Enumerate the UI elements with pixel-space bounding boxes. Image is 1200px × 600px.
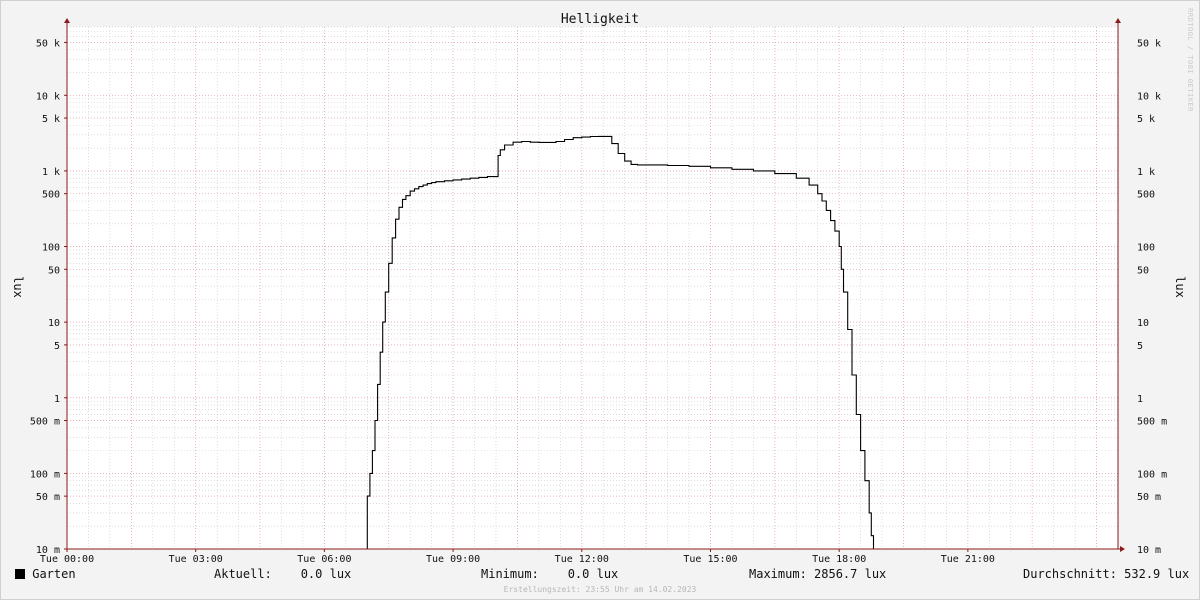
y-tick-label-right: 10 [1137,318,1149,329]
legend-maximum: Maximum: 2856.7 lux [749,567,887,581]
legend-swatch [15,569,25,579]
creation-time-note: Erstellungszeit: 23:55 Uhr am 14.02.2023 [503,585,697,594]
y-tick-label-left: 1 [54,394,60,405]
legend-minimum: Minimum: 0.0 lux [481,567,619,581]
y-tick-label-right: 50 k [1137,38,1161,49]
y-axis-label-right: lux [1173,276,1187,298]
y-tick-label-right: 500 m [1137,417,1167,428]
y-tick-label-left: 10 k [36,91,60,102]
x-tick-label: Tue 21:00 [941,554,995,565]
y-tick-label-right: 50 m [1137,492,1161,503]
watermark: RRDTOOL / TOBI OETIKER [1186,8,1194,112]
legend-series-name: Garten [32,567,76,581]
x-tick-label: Tue 15:00 [683,554,737,565]
legend-item-garten: Garten [15,567,76,581]
y-tick-label-right: 100 m [1137,469,1167,480]
y-tick-label-left: 50 k [36,38,60,49]
y-tick-label-left: 50 [48,265,60,276]
y-tick-label-left: 5 [54,341,60,352]
y-tick-label-left: 5 k [42,114,60,125]
y-tick-label-left: 500 [42,190,60,201]
y-tick-label-right: 500 [1137,190,1155,201]
x-tick-label: Tue 03:00 [169,554,223,565]
y-tick-label-right: 5 k [1137,114,1155,125]
y-tick-label-left: 100 [42,243,60,254]
chart-title: Helligkeit [561,12,639,27]
y-tick-label-right: 10 k [1137,91,1161,102]
y-tick-label-left: 500 m [30,417,60,428]
chart-canvas: 10 m 10 m50 m 50 m100 m 100 m500 m 500 m1 15 5… [11,8,1194,565]
legend-durchschnitt: Durchschnitt: 532.9 lux [1023,567,1190,581]
x-tick-label: Tue 18:00 [812,554,866,565]
y-tick-label-left: 10 [48,318,60,329]
y-tick-label-right: 1 [1137,394,1143,405]
y-axis-arrow-left [64,18,70,23]
plot-area [67,27,1118,549]
y-axis-arrow-right [1115,18,1121,23]
y-axis-label-left: lux [11,276,25,298]
x-axis-arrow [1120,546,1125,552]
y-tick-label-right: 1 k [1137,167,1155,178]
y-tick-label-left: 100 m [30,469,60,480]
y-tick-label-right: 50 [1137,265,1149,276]
x-tick-label: Tue 00:00 [40,554,94,565]
y-tick-label-right: 5 [1137,341,1143,352]
legend-aktuell: Aktuell: 0.0 lux [214,567,352,581]
x-tick-label: Tue 09:00 [426,554,480,565]
y-tick-label-right: 10 m [1137,545,1161,556]
y-tick-label-left: 1 k [42,167,60,178]
x-tick-label: Tue 12:00 [555,554,609,565]
x-tick-label: Tue 06:00 [297,554,351,565]
y-tick-label-left: 50 m [36,492,60,503]
y-tick-label-right: 100 [1137,243,1155,254]
